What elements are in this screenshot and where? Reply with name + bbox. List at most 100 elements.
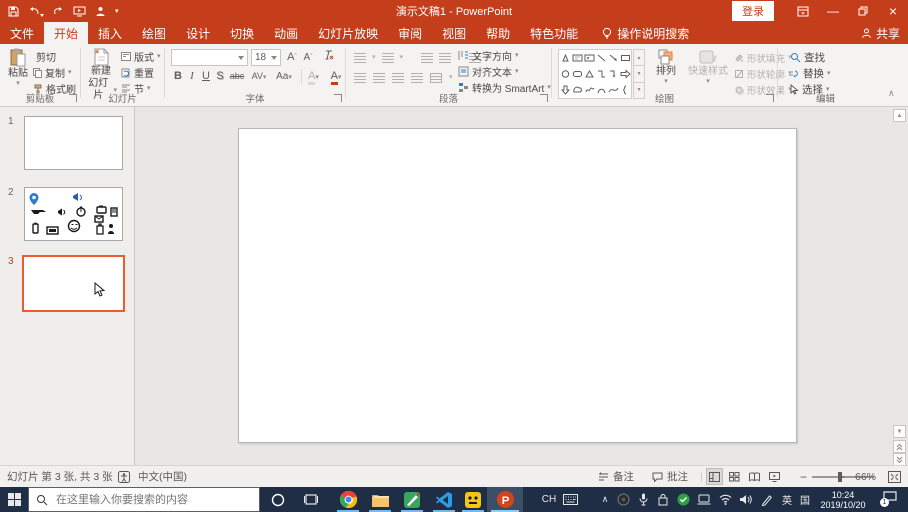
tell-me-search[interactable]: 操作说明搜索 bbox=[602, 22, 689, 44]
arrange-button[interactable]: 排列 ▾ bbox=[650, 48, 682, 85]
copy-button[interactable]: 复制 ▾ bbox=[33, 65, 72, 80]
taskbar-app-powerpoint-active[interactable]: P bbox=[487, 487, 523, 512]
shape-arrow-icon[interactable] bbox=[607, 50, 619, 66]
slide-canvas[interactable] bbox=[238, 128, 797, 443]
font-size-combo[interactable]: 18 bbox=[251, 49, 281, 66]
tab-design[interactable]: 设计 bbox=[176, 22, 220, 44]
tray-recorder-icon[interactable] bbox=[614, 487, 632, 512]
shape-rounded-rect-icon[interactable] bbox=[571, 66, 583, 82]
replace-button[interactable]: 替换 ▾ bbox=[788, 66, 831, 81]
tab-special-features[interactable]: 特色功能 bbox=[520, 22, 588, 44]
scroll-up-button[interactable]: ▲ bbox=[893, 109, 906, 122]
justify-icon[interactable] bbox=[411, 72, 423, 83]
change-case-button[interactable]: Aa▾ bbox=[273, 69, 295, 84]
close-button[interactable]: × bbox=[878, 0, 908, 22]
italic-button[interactable]: I bbox=[185, 69, 199, 84]
tray-store-icon[interactable] bbox=[654, 487, 672, 512]
character-spacing-button[interactable]: AV▾ bbox=[249, 69, 269, 84]
fit-slide-to-window-button[interactable] bbox=[888, 466, 901, 487]
decrease-indent-icon[interactable] bbox=[421, 52, 434, 63]
numbering-icon[interactable] bbox=[381, 52, 394, 63]
shape-right-arrow-icon[interactable] bbox=[619, 66, 631, 82]
cortana-button[interactable] bbox=[262, 487, 294, 512]
tray-microphone-icon[interactable] bbox=[634, 487, 652, 512]
restore-button[interactable] bbox=[848, 0, 878, 22]
zoom-out-button[interactable]: − bbox=[800, 466, 807, 487]
undo-icon[interactable] bbox=[28, 6, 44, 17]
save-icon[interactable] bbox=[8, 6, 19, 17]
presenter-icon[interactable] bbox=[95, 6, 106, 17]
taskbar-app-explorer[interactable] bbox=[365, 487, 395, 512]
bold-button[interactable]: B bbox=[171, 69, 185, 84]
tab-help[interactable]: 帮助 bbox=[476, 22, 520, 44]
tab-view[interactable]: 视图 bbox=[432, 22, 476, 44]
tray-security-check-icon[interactable] bbox=[674, 487, 692, 512]
paragraph-dialog-launcher[interactable] bbox=[540, 94, 548, 102]
tab-insert[interactable]: 插入 bbox=[88, 22, 132, 44]
tab-transitions[interactable]: 切换 bbox=[220, 22, 264, 44]
font-name-combo[interactable] bbox=[171, 49, 248, 66]
tray-expand-icon[interactable]: ∧ bbox=[596, 487, 614, 512]
redo-icon[interactable] bbox=[53, 6, 64, 17]
bullets-icon[interactable] bbox=[354, 52, 366, 63]
text-direction-button[interactable]: 文字方向 ▾ bbox=[458, 48, 519, 63]
comments-button[interactable]: 批注 bbox=[652, 466, 688, 487]
start-button[interactable] bbox=[0, 487, 28, 512]
shapes-scroll-up-icon[interactable]: ▲ bbox=[633, 49, 645, 67]
shape-elbow-connector-icon[interactable] bbox=[595, 66, 607, 82]
align-center-icon[interactable] bbox=[373, 72, 385, 83]
clear-formatting-icon[interactable] bbox=[321, 50, 335, 65]
accessibility-icon[interactable] bbox=[118, 466, 130, 487]
ribbon-display-options-icon[interactable] bbox=[788, 0, 818, 22]
ime-mode-indicator[interactable]: CH bbox=[538, 487, 560, 512]
decrease-font-icon[interactable]: Aˇ bbox=[301, 50, 315, 65]
paste-button[interactable]: 粘贴 ▾ bbox=[5, 48, 31, 87]
scroll-down-button[interactable]: ▼ bbox=[893, 425, 906, 438]
layout-button[interactable]: 版式 ▾ bbox=[121, 49, 161, 64]
shape-line-icon[interactable] bbox=[595, 50, 607, 66]
shape-oval-icon[interactable] bbox=[559, 66, 571, 82]
zoom-in-button[interactable]: + bbox=[838, 466, 845, 487]
increase-indent-icon[interactable] bbox=[439, 52, 452, 63]
shape-textbox-icon[interactable] bbox=[571, 50, 583, 66]
ime-language-primary[interactable]: 英 bbox=[778, 487, 796, 512]
shape-triangle-icon[interactable] bbox=[583, 66, 595, 82]
taskbar-search-input[interactable] bbox=[54, 492, 239, 507]
tray-power-icon[interactable] bbox=[694, 487, 714, 512]
shape-elbow-arrow-icon[interactable] bbox=[607, 66, 619, 82]
increase-font-icon[interactable]: Aˆ bbox=[285, 50, 299, 65]
tray-pen-icon[interactable] bbox=[758, 487, 776, 512]
ime-language-secondary[interactable]: 国 bbox=[796, 487, 814, 512]
reading-view-button[interactable] bbox=[746, 468, 763, 485]
tab-animations[interactable]: 动画 bbox=[264, 22, 308, 44]
tray-wifi-icon[interactable] bbox=[716, 487, 734, 512]
highlight-color-button[interactable]: A▾ bbox=[301, 69, 325, 85]
task-view-button[interactable] bbox=[296, 487, 326, 512]
shape-isoceles-triangle-icon[interactable] bbox=[559, 50, 571, 66]
share-button[interactable]: 共享 bbox=[861, 22, 900, 44]
tray-clock[interactable]: 10:24 2019/10/20 bbox=[815, 487, 871, 512]
align-text-button[interactable]: 对齐文本 ▾ bbox=[458, 64, 519, 79]
taskbar-app-yellow[interactable] bbox=[458, 487, 488, 512]
qat-customize-icon[interactable]: ▾ bbox=[115, 7, 119, 15]
drawing-dialog-launcher[interactable] bbox=[766, 94, 774, 102]
tab-draw[interactable]: 绘图 bbox=[132, 22, 176, 44]
slideshow-view-button[interactable] bbox=[766, 468, 783, 485]
zoom-percentage[interactable]: 66% bbox=[855, 466, 876, 487]
align-right-icon[interactable] bbox=[392, 72, 404, 83]
shape-frame-icon[interactable] bbox=[583, 50, 595, 66]
previous-slide-button[interactable] bbox=[893, 440, 906, 453]
sign-in-button[interactable]: 登录 bbox=[732, 1, 774, 21]
slide-3-thumbnail[interactable] bbox=[22, 255, 125, 312]
slide-1-thumbnail[interactable] bbox=[24, 116, 123, 170]
taskbar-app-vscode[interactable] bbox=[429, 487, 459, 512]
start-slideshow-icon[interactable] bbox=[73, 6, 86, 17]
strikethrough-button[interactable]: abc bbox=[227, 69, 247, 84]
quick-styles-button[interactable]: 快速样式 ▾ bbox=[686, 48, 730, 85]
tab-home[interactable]: 开始 bbox=[44, 22, 89, 44]
slide-sorter-view-button[interactable] bbox=[726, 468, 743, 485]
notes-button[interactable]: 备注 bbox=[598, 466, 634, 487]
font-color-button[interactable]: A▾ bbox=[325, 69, 347, 85]
language-indicator[interactable]: 中文(中国) bbox=[138, 466, 187, 487]
text-shadow-button[interactable]: S bbox=[213, 69, 227, 84]
